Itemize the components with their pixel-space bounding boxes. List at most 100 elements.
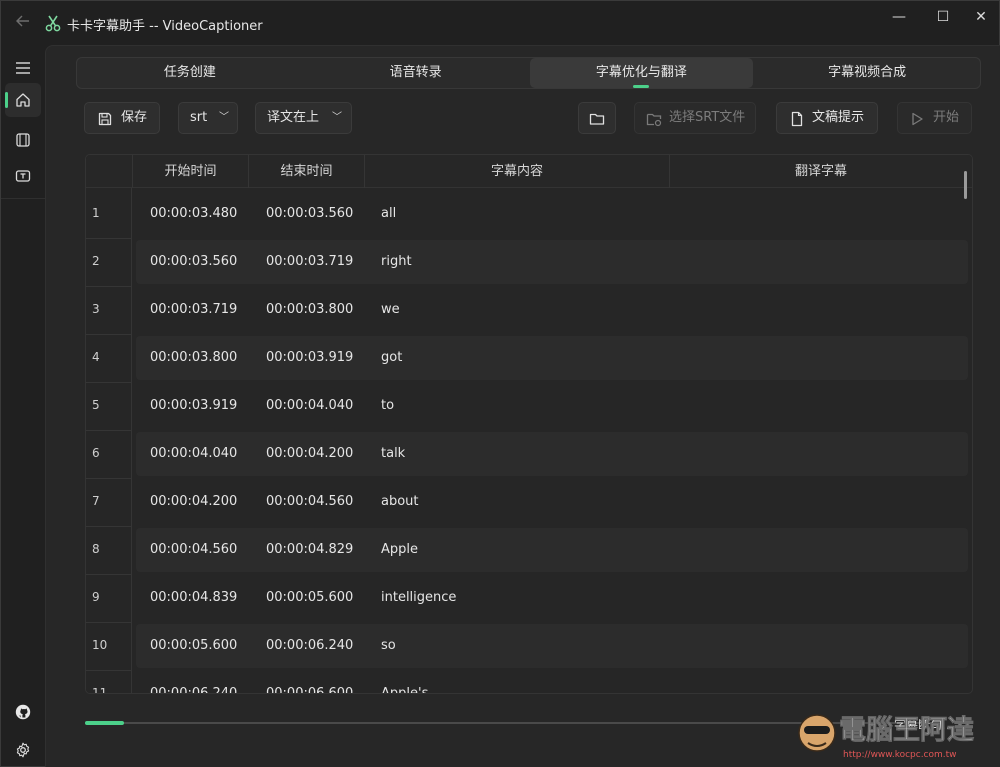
format-select[interactable]: srt ﹀ [178,102,238,134]
select-srt-button[interactable]: 选择SRT文件 [634,102,756,134]
cell-end-time[interactable]: 00:00:03.800 [266,288,353,332]
cell-start-time[interactable]: 00:00:03.719 [150,288,237,332]
row-number-divider [86,478,132,479]
nav-item-github[interactable] [5,695,41,729]
cell-start-time[interactable]: 00:00:03.480 [150,192,237,236]
cell-end-time[interactable]: 00:00:03.719 [266,240,353,284]
cell-subtitle-text[interactable]: all [381,192,396,236]
cell-end-time[interactable]: 00:00:05.600 [266,576,353,620]
layout-select[interactable]: 译文在上 ﹀ [255,102,352,134]
chevron-down-icon: ﹀ [219,112,229,123]
row-number: 8 [92,542,100,556]
layout-select-value: 译文在上 [267,110,320,125]
minimize-button[interactable]: — [881,7,917,29]
table-row[interactable]: 00:00:03.480 00:00:03.560 all [136,192,968,236]
cell-start-time[interactable]: 00:00:04.200 [150,480,237,524]
table-row[interactable]: 00:00:04.040 00:00:04.200 talk [136,432,968,476]
github-icon [15,704,31,720]
active-indicator [5,92,8,108]
hamburger-menu-icon[interactable] [5,51,41,85]
cell-start-time[interactable]: 00:00:06.240 [150,672,237,693]
table-row[interactable]: 00:00:04.839 00:00:05.600 intelligence [136,576,968,620]
table-row[interactable]: 00:00:03.560 00:00:03.719 right [136,240,968,284]
column-header-end[interactable]: 结束时间 [248,155,364,188]
folder-icon [589,113,605,125]
gear-icon [16,742,30,758]
cell-end-time[interactable]: 00:00:03.919 [266,336,353,380]
cell-start-time[interactable]: 00:00:04.560 [150,528,237,572]
cell-start-time[interactable]: 00:00:03.560 [150,240,237,284]
table-row[interactable]: 00:00:04.560 00:00:04.829 Apple [136,528,968,572]
row-number-divider [86,286,132,287]
column-header-start[interactable]: 开始时间 [132,155,248,188]
table-row[interactable]: 00:00:03.919 00:00:04.040 to [136,384,968,428]
row-number: 9 [92,590,100,604]
cell-subtitle-text[interactable]: got [381,336,402,380]
document-icon [791,111,803,127]
nav-item-home[interactable] [5,83,41,117]
cell-end-time[interactable]: 00:00:04.829 [266,528,353,572]
cell-subtitle-text[interactable]: Apple's [381,672,428,693]
subtitle-icon [15,170,31,182]
cell-end-time[interactable]: 00:00:06.600 [266,672,353,693]
cell-subtitle-text[interactable]: Apple [381,528,418,572]
tab-bar: 任务创建 语音转录 字幕优化与翻译 字幕视频合成 [76,57,981,89]
close-button[interactable]: ✕ [963,7,999,29]
table-row[interactable]: 00:00:03.719 00:00:03.800 we [136,288,968,332]
table-row[interactable]: 00:00:06.240 00:00:06.600 Apple's [136,672,968,693]
nav-item-film[interactable] [5,123,41,157]
tab-subtitle-optimize[interactable]: 字幕优化与翻译 [529,58,754,88]
cell-subtitle-text[interactable]: about [381,480,419,524]
table-row[interactable]: 00:00:04.200 00:00:04.560 about [136,480,968,524]
save-icon [98,112,112,126]
row-number: 6 [92,446,100,460]
table-row[interactable]: 00:00:05.600 00:00:06.240 so [136,624,968,668]
row-number: 5 [92,398,100,412]
cell-start-time[interactable]: 00:00:03.919 [150,384,237,428]
cell-start-time[interactable]: 00:00:03.800 [150,336,237,380]
tab-label: 字幕优化与翻译 [595,65,687,80]
chevron-down-icon: ﹀ [332,112,342,123]
cell-start-time[interactable]: 00:00:04.040 [150,432,237,476]
active-tab-indicator [633,85,650,88]
save-button[interactable]: 保存 [84,102,160,134]
tab-task-create[interactable]: 任务创建 [78,58,302,88]
cell-subtitle-text[interactable]: we [381,288,400,332]
tab-video-synthesis[interactable]: 字幕视频合成 [755,58,979,88]
cell-subtitle-text[interactable]: intelligence [381,576,456,620]
row-number-divider [86,622,132,623]
start-button[interactable]: 开始 [897,102,972,134]
prompt-button[interactable]: 文稿提示 [776,102,878,134]
nav-item-settings[interactable] [5,733,41,767]
watermark-title: 電腦王阿達 [839,715,974,746]
cell-end-time[interactable]: 00:00:04.040 [266,384,353,428]
cell-subtitle-text[interactable]: right [381,240,412,284]
tab-label: 字幕视频合成 [828,65,907,80]
row-number-column: 1 2 3 4 5 6 7 8 9 10 11 [86,188,132,693]
cell-end-time[interactable]: 00:00:06.240 [266,624,353,668]
cell-end-time[interactable]: 00:00:04.560 [266,480,353,524]
watermark-url: http://www.kocpc.com.tw [843,750,957,760]
maximize-button[interactable]: ☐ [925,7,961,29]
back-arrow-icon[interactable] [13,13,33,33]
row-number-divider [86,670,132,671]
table-row[interactable]: 00:00:03.800 00:00:03.919 got [136,336,968,380]
open-folder-button[interactable] [578,102,616,134]
prompt-label: 文稿提示 [812,110,865,125]
cell-subtitle-text[interactable]: talk [381,432,405,476]
cell-start-time[interactable]: 00:00:05.600 [150,624,237,668]
cell-subtitle-text[interactable]: so [381,624,396,668]
cell-end-time[interactable]: 00:00:04.200 [266,432,353,476]
tab-transcription[interactable]: 语音转录 [304,58,528,88]
nav-item-subtitle[interactable] [5,159,41,193]
column-header-translation[interactable]: 翻译字幕 [669,155,972,188]
left-navigation [1,45,45,767]
column-header-text[interactable]: 字幕内容 [364,155,669,188]
cell-start-time[interactable]: 00:00:04.839 [150,576,237,620]
app-window: 卡卡字幕助手 -- VideoCaptioner — ☐ ✕ 任务创建 语音转录… [0,0,1000,767]
cell-end-time[interactable]: 00:00:03.560 [266,192,353,236]
vertical-scrollbar[interactable] [964,171,967,199]
table-header: 开始时间 结束时间 字幕内容 翻译字幕 [86,155,972,188]
cell-subtitle-text[interactable]: to [381,384,394,428]
main-panel: 任务创建 语音转录 字幕优化与翻译 字幕视频合成 保存 srt ﹀ 译文在上 ﹀… [45,45,1000,767]
